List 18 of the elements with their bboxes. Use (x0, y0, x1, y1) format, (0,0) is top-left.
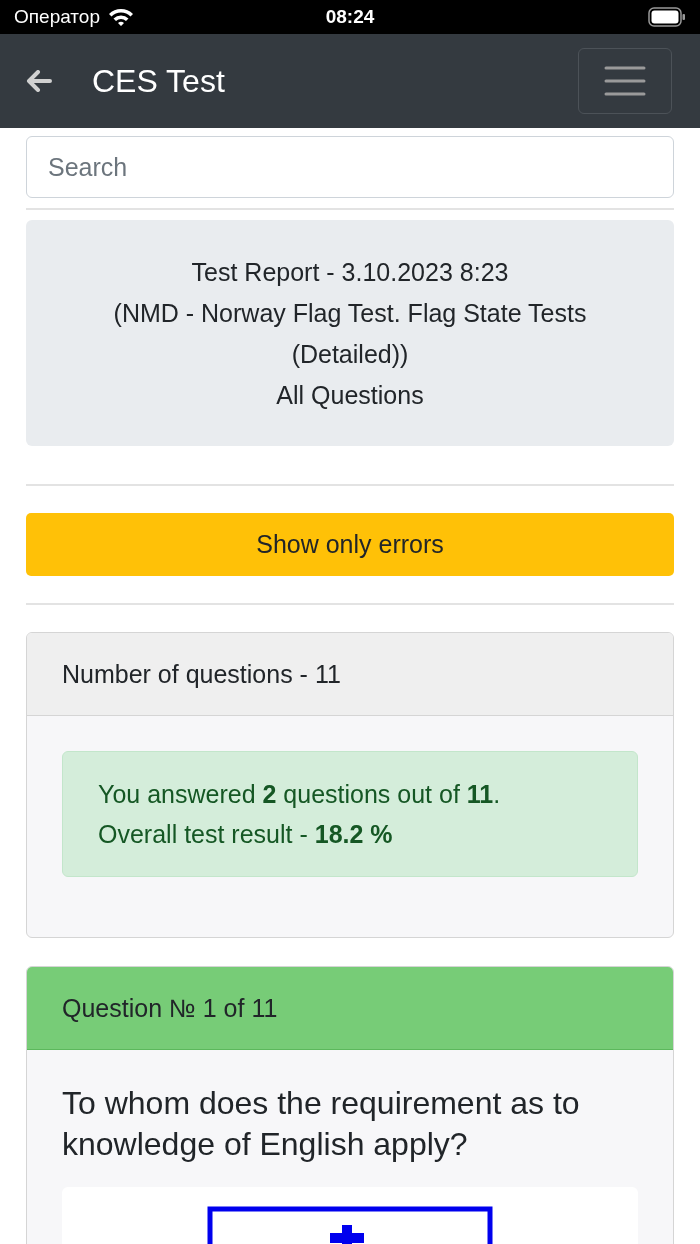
battery-icon (648, 7, 686, 27)
question-text: To whom does the requirement as to knowledge of English apply? (62, 1084, 581, 1164)
result-text: Overall test result - 18.2 % (98, 819, 394, 850)
clock-time: 08:24 (325, 6, 375, 28)
report-text: (NMD - Norway Flag Test. Flag State Tests (Detailed)) (112, 298, 588, 370)
wifi-icon (108, 7, 134, 27)
report-text: Test Report - 3.10.2023 8:23 (190, 257, 510, 288)
show-errors-button[interactable]: Show only errors (26, 513, 674, 576)
question-header: Question № 1 of 11 (27, 967, 673, 1050)
report-text: All Questions (275, 380, 425, 411)
menu-icon (604, 65, 646, 97)
menu-button[interactable] (578, 48, 672, 114)
search-field[interactable]: Search (26, 136, 674, 198)
page-title: CES Test (92, 62, 226, 100)
result-text: You answered 2 questions out of 11. (98, 779, 502, 810)
carrier-name: Оператор (14, 6, 100, 28)
card-header: Number of questions - 11 (27, 633, 673, 716)
back-arrow-icon[interactable] (26, 70, 52, 92)
